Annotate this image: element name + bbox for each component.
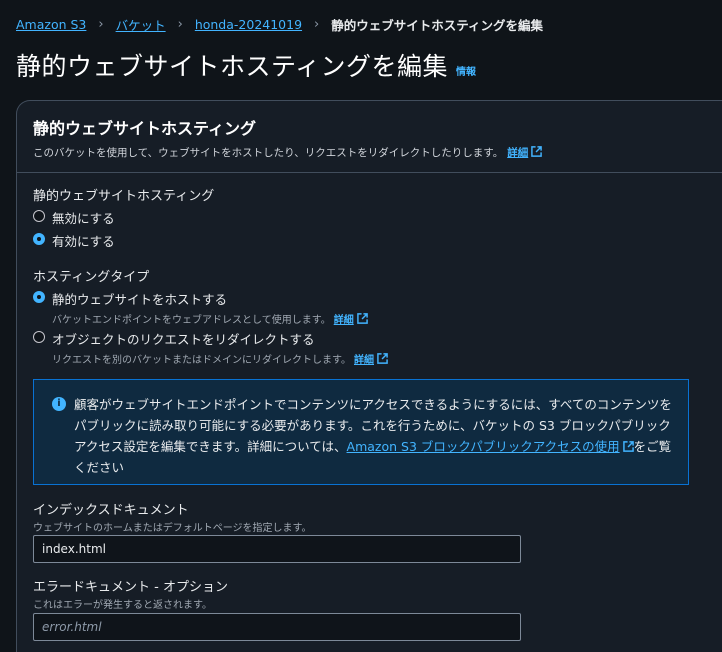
panel-description-text: このバケットを使用して、ウェブサイトをホストしたり、リクエストをリダイレクトした…: [33, 147, 504, 159]
radio-host-static[interactable]: 静的ウェブサイトをホストする バケットエンドポイントをウェブアドレスとして使用し…: [33, 289, 368, 326]
error-document-label: エラードキュメント - オプション: [33, 580, 228, 595]
info-icon: i: [52, 397, 66, 411]
block-public-access-link[interactable]: Amazon S3 ブロックパブリックアクセスの使用: [347, 439, 634, 454]
panel-description: このバケットを使用して、ウェブサイトをホストしたり、リクエストをリダイレクトした…: [33, 145, 722, 160]
chevron-right-icon: ›: [98, 17, 104, 32]
panel-heading: 静的ウェブサイトホスティング: [33, 119, 257, 138]
details-link-label: 詳細: [354, 355, 374, 366]
radio-button-icon: [33, 210, 45, 222]
error-document-input[interactable]: error.html: [33, 613, 521, 641]
block-public-access-link-label: Amazon S3 ブロックパブリックアクセスの使用: [346, 439, 620, 454]
radio-selected-icon: [33, 233, 45, 245]
details-link[interactable]: 詳細: [333, 313, 368, 326]
hosting-label: 静的ウェブサイトホスティング: [33, 189, 215, 204]
external-link-icon: [356, 313, 368, 324]
hosting-panel: 静的ウェブサイトホスティング このバケットを使用して、ウェブサイトをホストしたり…: [16, 100, 722, 652]
info-alert: i 顧客がウェブサイトエンドポイントでコンテンツにアクセスできるようにするには、…: [33, 379, 689, 485]
breadcrumb-link-buckets[interactable]: バケット: [116, 15, 166, 34]
radio-enable-label: 有効にする: [52, 234, 115, 249]
alert-text: 顧客がウェブサイトエンドポイントでコンテンツにアクセスできるようにするには、すべ…: [74, 394, 672, 478]
radio-redirect[interactable]: オブジェクトのリクエストをリダイレクトする リクエストを別のバケットまたはドメイ…: [33, 329, 388, 366]
index-document-desc: ウェブサイトのホームまたはデフォルトページを指定します。: [33, 523, 312, 534]
details-link-label: 詳細: [507, 147, 529, 159]
external-link-icon: [377, 353, 388, 364]
details-link[interactable]: 詳細: [354, 353, 388, 366]
hosting-type-label: ホスティングタイプ: [33, 270, 150, 285]
index-document-input[interactable]: index.html: [33, 535, 521, 563]
chevron-right-icon: ›: [314, 17, 320, 32]
radio-selected-icon: [33, 291, 45, 303]
external-link-icon: [531, 146, 543, 157]
radio-host-static-label: 静的ウェブサイトをホストする: [52, 292, 228, 307]
radio-enable[interactable]: 有効にする: [33, 231, 115, 250]
error-document-desc: これはエラーが発生すると返されます。: [33, 600, 212, 611]
radio-redirect-desc-text: リクエストを別のバケットまたはドメインにリダイレクトします。: [52, 355, 351, 366]
radio-redirect-label: オブジェクトのリクエストをリダイレクトする: [52, 332, 315, 347]
external-link-icon: [622, 441, 634, 452]
chevron-right-icon: ›: [177, 17, 183, 32]
panel-header: 静的ウェブサイトホスティング このバケットを使用して、ウェブサイトをホストしたり…: [17, 101, 722, 173]
breadcrumb-link-bucket[interactable]: honda-20241019: [195, 17, 302, 32]
index-document-label: インデックスドキュメント: [33, 503, 189, 518]
page-title: 静的ウェブサイトホスティングを編集: [16, 52, 449, 81]
details-link-label: 詳細: [333, 315, 354, 326]
page-header: 静的ウェブサイトホスティングを編集 情報: [16, 47, 476, 83]
radio-redirect-desc: リクエストを別のバケットまたはドメインにリダイレクトします。 詳細: [52, 351, 388, 366]
radio-disable-label: 無効にする: [52, 211, 115, 226]
details-link[interactable]: 詳細: [507, 146, 543, 159]
breadcrumb-link-s3[interactable]: Amazon S3: [16, 17, 86, 32]
breadcrumb: Amazon S3 › バケット › honda-20241019 › 静的ウェ…: [16, 15, 543, 34]
breadcrumb-current: 静的ウェブサイトホスティングを編集: [331, 18, 544, 33]
radio-host-static-desc: バケットエンドポイントをウェブアドレスとして使用します。 詳細: [52, 311, 368, 326]
radio-host-static-desc-text: バケットエンドポイントをウェブアドレスとして使用します。: [52, 315, 331, 326]
info-link[interactable]: 情報: [456, 63, 476, 78]
radio-button-icon: [33, 331, 45, 343]
radio-disable[interactable]: 無効にする: [33, 208, 115, 227]
